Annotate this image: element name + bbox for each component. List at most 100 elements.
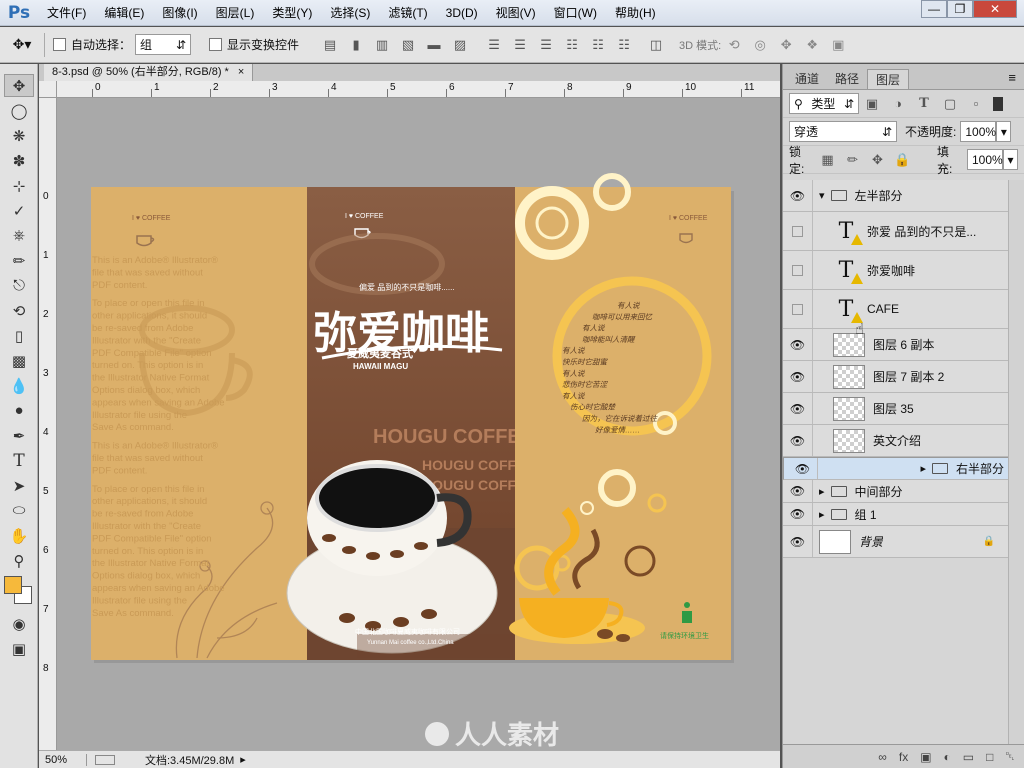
layers-scrollbar[interactable] bbox=[1008, 180, 1024, 744]
auto-select-checkbox[interactable] bbox=[53, 38, 66, 51]
history-brush-tool-icon[interactable]: ⟲ bbox=[4, 299, 34, 322]
eye-hidden-icon[interactable] bbox=[783, 251, 813, 289]
close-button[interactable]: ✕ bbox=[973, 0, 1017, 18]
filter-type-icon[interactable]: T bbox=[914, 94, 934, 114]
filter-pixel-icon[interactable]: ▣ bbox=[862, 94, 882, 114]
menu-9[interactable]: 窗口(W) bbox=[545, 0, 606, 26]
3d-scale-icon[interactable]: ▣ bbox=[828, 35, 848, 55]
distribute-right-icon[interactable]: ☷ bbox=[614, 35, 634, 55]
fx-icon[interactable]: fx bbox=[899, 750, 908, 764]
distribute-bottom-icon[interactable]: ☰ bbox=[536, 35, 556, 55]
filter-toggle-icon[interactable] bbox=[993, 96, 1003, 111]
expand-arrow-icon[interactable]: ▸ bbox=[920, 462, 926, 475]
align-right-icon[interactable]: ▨ bbox=[450, 35, 470, 55]
horizontal-ruler[interactable]: 0 1 2 3 4 5 6 7 8 9 10 11 bbox=[57, 81, 780, 98]
layer-row[interactable]: T CAFE bbox=[783, 290, 1009, 329]
eye-visible-icon[interactable]: 👁 bbox=[788, 458, 818, 479]
eye-visible-icon[interactable]: 👁 bbox=[783, 503, 813, 525]
eyedropper-tool-icon[interactable]: ✓ bbox=[4, 199, 34, 222]
align-vcenter-icon[interactable]: ▮ bbox=[346, 35, 366, 55]
opacity-field[interactable]: 100% bbox=[960, 121, 997, 142]
filter-kind-dropdown[interactable]: ⚲ 类型 ⇵ bbox=[789, 93, 859, 114]
zoom-level[interactable]: 50% bbox=[39, 753, 87, 766]
align-top-icon[interactable]: ▤ bbox=[320, 35, 340, 55]
crop-tool-icon[interactable]: ⊹ bbox=[4, 174, 34, 197]
auto-select-dropdown[interactable]: 组 ⇵ bbox=[135, 34, 192, 55]
new-layer-icon[interactable]: □ bbox=[986, 750, 993, 764]
layer-row[interactable]: 👁 ▸ 右半部分 bbox=[783, 457, 1009, 480]
auto-align-icon[interactable]: ◫ bbox=[646, 35, 666, 55]
expand-arrow-icon[interactable]: ▸ bbox=[819, 508, 825, 521]
expand-arrow-icon[interactable]: ▸ bbox=[819, 485, 825, 498]
distribute-top-icon[interactable]: ☰ bbox=[484, 35, 504, 55]
mask-icon[interactable]: ▣ bbox=[920, 750, 931, 764]
gradient-tool-icon[interactable]: ▩ bbox=[4, 349, 34, 372]
move-tool-icon[interactable]: ✥ bbox=[4, 74, 34, 97]
menu-3[interactable]: 图层(L) bbox=[207, 0, 264, 26]
menu-7[interactable]: 3D(D) bbox=[437, 0, 487, 26]
move-tool-icon[interactable]: ✥▾ bbox=[0, 36, 44, 53]
blur-tool-icon[interactable]: 💧 bbox=[4, 374, 34, 397]
lock-transparent-icon[interactable]: ▦ bbox=[818, 150, 837, 170]
pen-tool-icon[interactable]: ✒ bbox=[4, 424, 34, 447]
align-bottom-icon[interactable]: ▥ bbox=[372, 35, 392, 55]
panel-menu-icon[interactable]: ≡ bbox=[1008, 70, 1016, 85]
panel-tab[interactable]: 图层 bbox=[867, 69, 910, 89]
eye-visible-icon[interactable]: 👁 bbox=[783, 480, 813, 502]
link-icon[interactable]: ∞ bbox=[878, 750, 887, 764]
menu-5[interactable]: 选择(S) bbox=[321, 0, 379, 26]
color-swatches[interactable] bbox=[3, 576, 37, 610]
panel-tab[interactable]: 通道 bbox=[787, 69, 827, 89]
layer-row[interactable]: T 弥爱咖啡 bbox=[783, 251, 1009, 290]
3d-slide-icon[interactable]: ❖ bbox=[802, 35, 822, 55]
eye-visible-icon[interactable]: 👁 bbox=[783, 180, 813, 211]
minimize-button[interactable]: — bbox=[921, 0, 947, 18]
lasso-tool-icon[interactable]: ❋ bbox=[4, 124, 34, 147]
design-canvas[interactable]: I ♥ COFFEE This is an Adobe® Illustrator… bbox=[57, 98, 780, 750]
layer-row[interactable]: 👁 图层 6 副本 bbox=[783, 329, 1009, 361]
menu-0[interactable]: 文件(F) bbox=[38, 0, 95, 26]
stamp-tool-icon[interactable]: ⎋ bbox=[4, 274, 34, 297]
eye-visible-icon[interactable]: 👁 bbox=[783, 393, 813, 424]
screen-mode-icon[interactable]: ▣ bbox=[4, 637, 34, 660]
show-transform-checkbox[interactable] bbox=[209, 38, 223, 51]
align-left-icon[interactable]: ▧ bbox=[398, 35, 418, 55]
hand-tool-icon[interactable]: ✋ bbox=[4, 524, 34, 547]
status-menu-arrow-icon[interactable]: ▸ bbox=[240, 753, 246, 766]
panel-tab[interactable]: 路径 bbox=[827, 69, 867, 89]
menu-4[interactable]: 类型(Y) bbox=[263, 0, 321, 26]
menu-8[interactable]: 视图(V) bbox=[487, 0, 545, 26]
eraser-tool-icon[interactable]: ▯ bbox=[4, 324, 34, 347]
trash-icon[interactable]: ␡ bbox=[1005, 749, 1015, 764]
eye-visible-icon[interactable]: 👁 bbox=[783, 425, 813, 456]
zoom-tool-icon[interactable]: ⚲ bbox=[4, 549, 34, 572]
layer-row[interactable]: 👁 ▸ 组 1 bbox=[783, 503, 1009, 526]
eye-hidden-icon[interactable] bbox=[783, 212, 813, 250]
quick-mask-icon[interactable]: ◉ bbox=[4, 612, 34, 635]
distribute-hcenter-icon[interactable]: ☷ bbox=[588, 35, 608, 55]
filter-adjustment-icon[interactable]: ◑ bbox=[888, 94, 908, 114]
eye-visible-icon[interactable]: 👁 bbox=[783, 361, 813, 392]
lock-all-icon[interactable]: 🔒 bbox=[893, 150, 912, 170]
marquee-tool-icon[interactable]: ◯ bbox=[4, 99, 34, 122]
eye-visible-icon[interactable]: 👁 bbox=[783, 329, 813, 360]
healing-brush-tool-icon[interactable]: ⎈ bbox=[4, 224, 34, 247]
fill-field[interactable]: 100% bbox=[966, 149, 1003, 170]
eye-visible-icon[interactable]: 👁 bbox=[783, 526, 813, 557]
layer-row[interactable]: 👁 ▸ 中间部分 bbox=[783, 480, 1009, 503]
dodge-tool-icon[interactable]: ● bbox=[4, 399, 34, 422]
3d-rotate-icon[interactable]: ⟲ bbox=[724, 35, 744, 55]
opacity-slider-button[interactable]: ▾ bbox=[996, 121, 1012, 142]
restore-button[interactable]: ❐ bbox=[947, 0, 973, 18]
brush-tool-icon[interactable]: ✏ bbox=[4, 249, 34, 272]
lock-position-icon[interactable]: ✥ bbox=[868, 150, 887, 170]
path-select-tool-icon[interactable]: ➤ bbox=[4, 474, 34, 497]
distribute-left-icon[interactable]: ☷ bbox=[562, 35, 582, 55]
menu-2[interactable]: 图像(I) bbox=[153, 0, 206, 26]
3d-roll-icon[interactable]: ◎ bbox=[750, 35, 770, 55]
vertical-ruler[interactable]: 0 1 2 3 4 5 6 7 8 bbox=[39, 98, 57, 750]
document-tab[interactable]: 8-3.psd @ 50% (右半部分, RGB/8) * × bbox=[44, 64, 254, 81]
canvas-workspace[interactable]: I ♥ COFFEE This is an Adobe® Illustrator… bbox=[57, 98, 780, 750]
status-icon[interactable] bbox=[95, 754, 115, 765]
shape-tool-icon[interactable]: ⬭ bbox=[4, 499, 34, 522]
